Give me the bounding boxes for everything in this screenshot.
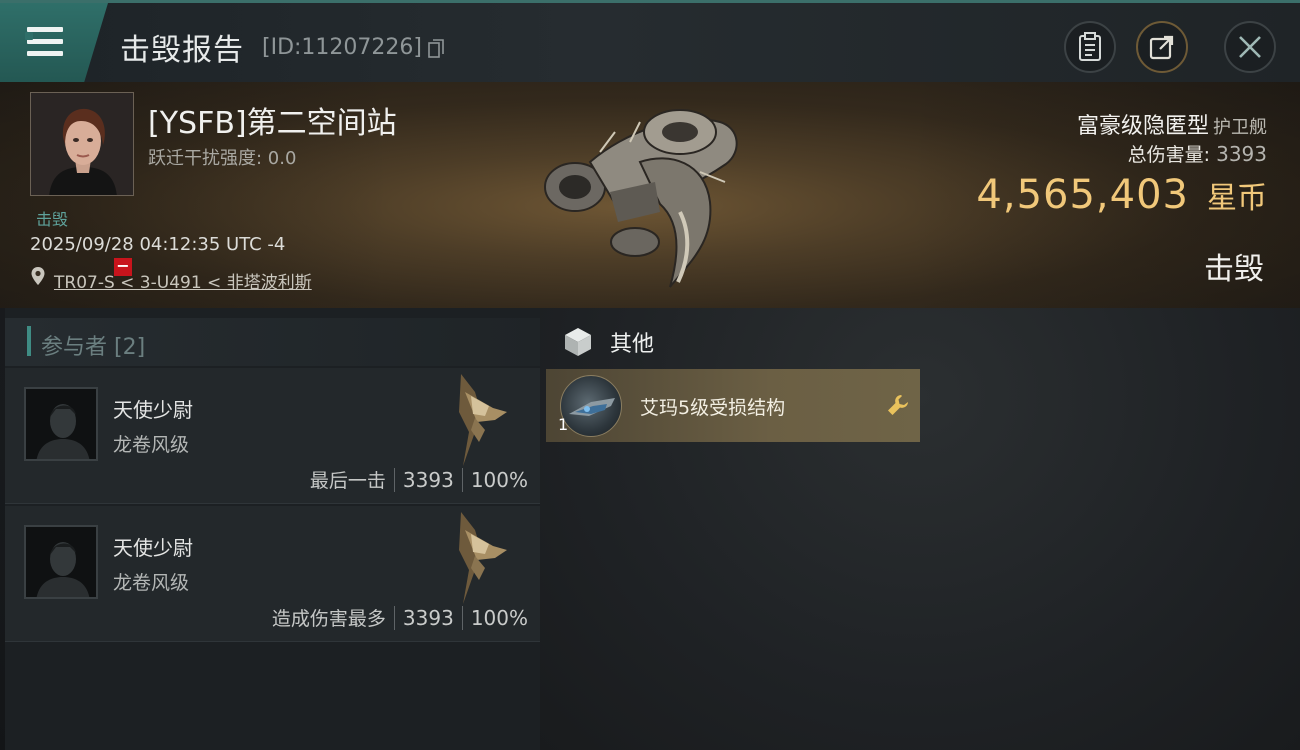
attacker-name: 天使少尉 [113, 536, 193, 560]
participants-panel: 参与者 [2] 天使少尉 龙卷风级 最后一击 3393 100% 天使少尉 龙卷… [5, 308, 540, 750]
victim-status: 击毁 [36, 210, 69, 229]
participants-header: 参与者 [2] [5, 318, 540, 366]
section-marker [27, 326, 31, 356]
close-button[interactable] [1224, 21, 1276, 73]
attacker-stats: 最后一击 3393 100% [310, 466, 528, 493]
attacker-ship: 龙卷风级 [113, 434, 190, 456]
victim-avatar [31, 93, 133, 195]
item-row[interactable]: 1 艾玛5级受损结构 [546, 369, 920, 442]
page-title: 击毁报告 [120, 33, 244, 68]
victim-name: [YSFB]第二空间站 [148, 106, 397, 141]
total-damage: 总伤害量: 3393 [1128, 140, 1267, 167]
menu-button[interactable] [0, 3, 108, 82]
attacker-row[interactable]: 天使少尉 龙卷风级 最后一击 3393 100% [5, 368, 540, 504]
other-header: 其他 [562, 324, 654, 360]
item-name: 艾玛5级受损结构 [640, 397, 786, 419]
attacker-ship-icon [459, 512, 507, 604]
attacker-avatar [24, 525, 98, 599]
attacker-damage-percent: 100% [470, 467, 528, 492]
attacker-tag: 造成伤害最多 [271, 608, 386, 630]
divider [461, 605, 463, 630]
attacker-ship-icon [459, 374, 507, 466]
location-pin-icon [31, 267, 45, 285]
victim-ship-render[interactable] [530, 92, 760, 302]
attacker-tag: 最后一击 [309, 470, 386, 492]
divider [393, 605, 395, 630]
attacker-damage: 3393 [402, 467, 454, 492]
divider [461, 467, 463, 492]
isk-unit: 星币 [1207, 181, 1267, 216]
destroyed-badge: − [114, 258, 132, 276]
ship-name-text: 富豪级隐匿型 [1076, 114, 1209, 139]
attacker-stats: 造成伤害最多 3393 100% [272, 604, 528, 631]
ship-class: 护卫舰 [1213, 117, 1267, 138]
share-button[interactable] [1136, 21, 1188, 73]
item-thumbnail [560, 375, 622, 437]
cube-icon [565, 328, 591, 356]
total-damage-label: 总伤害量: [1127, 144, 1211, 166]
clipboard-button[interactable] [1064, 21, 1116, 73]
top-bar: 击毁报告 [ID:11207226] [0, 0, 1300, 82]
warp-disruption-strength: 跃迁干扰强度: 0.0 [148, 148, 297, 169]
wrench-icon [888, 395, 908, 415]
share-icon [1149, 35, 1174, 60]
kill-timestamp: 2025/09/28 04:12:35 UTC -4 [30, 234, 286, 255]
attacker-damage: 3393 [402, 605, 454, 630]
isk-value-number: 4,565,403 [976, 172, 1189, 218]
item-quantity: 1 [558, 415, 569, 434]
attacker-row[interactable]: 天使少尉 龙卷风级 造成伤害最多 3393 100% [5, 506, 540, 642]
attacker-ship: 龙卷风级 [113, 572, 190, 594]
attacker-avatar [24, 387, 98, 461]
killmail-window: 击毁报告 [ID:11207226] − 击毁 [YSFB]第二空间站 跃迁干扰… [0, 0, 1300, 750]
menu-icon [25, 27, 63, 57]
report-id: [ID:11207226] [262, 35, 422, 60]
attacker-damage-percent: 100% [470, 605, 528, 630]
close-icon [1239, 36, 1261, 58]
copy-icon[interactable] [428, 39, 444, 59]
location-link[interactable]: TR07-S < 3-U491 < 非塔波利斯 [54, 268, 312, 293]
kill-type: 击毁 [1204, 252, 1264, 287]
other-items-panel: 其他 1 艾玛5级受损结构 [540, 308, 1300, 750]
participants-title: 参与者 [2] [41, 335, 146, 360]
isk-value: 4,565,403 星币 [976, 172, 1267, 218]
attacker-name: 天使少尉 [113, 398, 193, 422]
divider [393, 467, 395, 492]
victim-ship-name: 富豪级隐匿型 护卫舰 [1077, 108, 1267, 140]
clipboard-icon [1079, 32, 1101, 61]
victim-portrait[interactable] [30, 92, 134, 196]
victim-summary: − 击毁 [YSFB]第二空间站 跃迁干扰强度: 0.0 2025/09/28 … [0, 82, 1300, 308]
other-title: 其他 [610, 332, 655, 357]
total-damage-value: 3393 [1216, 142, 1267, 166]
